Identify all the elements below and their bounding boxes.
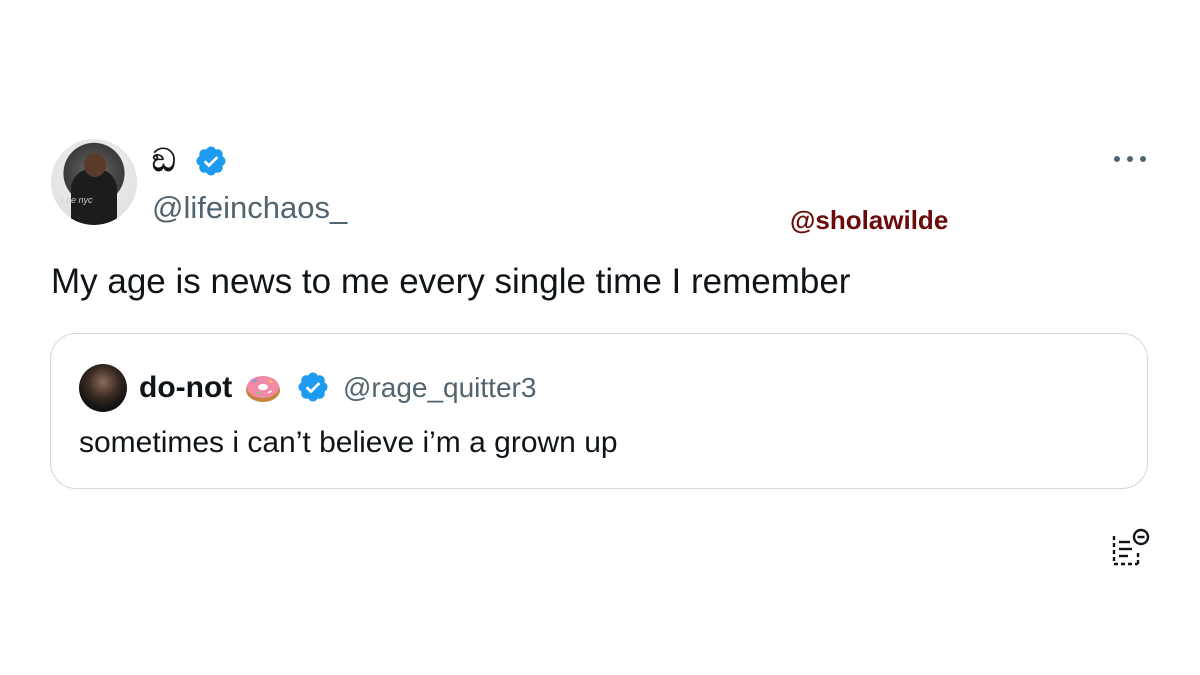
more-icon[interactable] <box>1110 145 1150 173</box>
author-handle[interactable]: @lifeinchaos_ <box>152 188 347 228</box>
tweet-text: My age is news to me every single time I… <box>51 262 851 301</box>
tweet-details-icon[interactable] <box>1108 526 1152 570</box>
quoted-author-avatar[interactable] <box>79 364 127 412</box>
watermark: @sholawilde <box>790 205 949 235</box>
donut-emoji-icon <box>246 376 280 402</box>
quoted-author-handle: @rage_quitter3 <box>343 372 537 403</box>
quoted-tweet[interactable]: do-not @rage_quitter3 sometimes i can’t … <box>50 333 1148 489</box>
verified-badge-icon <box>298 372 328 402</box>
author-avatar[interactable]: Loe nyc <box>51 139 137 225</box>
quoted-author-display-name: do-not <box>139 371 233 404</box>
verified-badge-icon <box>196 146 226 176</box>
quoted-tweet-text: sometimes i can’t believe i’m a grown up <box>79 426 618 459</box>
author-display-name[interactable]: ඞ <box>152 140 176 180</box>
